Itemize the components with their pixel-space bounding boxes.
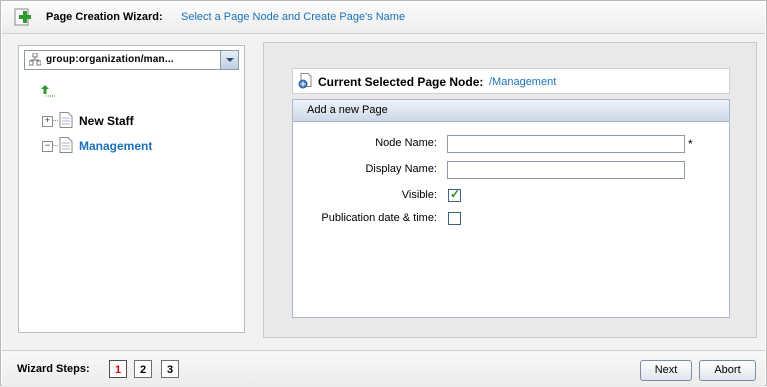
chevron-down-icon (226, 58, 234, 62)
wizard-body: group:organization/man... + New Staff − … (2, 34, 765, 350)
collapse-icon[interactable]: − (42, 141, 53, 152)
expand-icon[interactable]: + (42, 116, 53, 127)
tree-node-management[interactable]: − Management (42, 137, 242, 155)
page-icon (59, 137, 73, 153)
page-node-icon (298, 73, 312, 89)
current-node-bar: Current Selected Page Node: /Management (292, 68, 730, 94)
abort-button[interactable]: Abort (699, 360, 756, 381)
required-mark: * (688, 137, 693, 151)
step-2-button[interactable]: 2 (134, 360, 152, 378)
node-name-input[interactable] (447, 135, 685, 153)
step-1-button[interactable]: 1 (109, 360, 127, 378)
navigation-dropdown-button[interactable] (220, 51, 238, 69)
wizard-header: Page Creation Wizard: Select a Page Node… (2, 2, 765, 34)
navigation-select[interactable]: group:organization/man... (24, 50, 239, 70)
up-level-icon[interactable] (40, 84, 56, 98)
form-title: Add a new Page (307, 104, 388, 116)
page-details-panel: Current Selected Page Node: /Management … (263, 42, 757, 338)
publication-checkbox[interactable] (448, 212, 461, 225)
display-name-label: Display Name: (365, 163, 437, 175)
step-3-button[interactable]: 3 (161, 360, 179, 378)
tree-connector (53, 145, 58, 146)
display-name-input[interactable] (447, 161, 685, 179)
next-button[interactable]: Next (640, 360, 692, 381)
checkmark-icon: ✓ (450, 187, 461, 201)
publication-label: Publication date & time: (321, 212, 437, 224)
page-icon (59, 112, 73, 128)
add-page-form: Add a new Page Node Name: * Display Name… (292, 99, 730, 318)
current-node-label: Current Selected Page Node: (318, 75, 484, 89)
node-tree-panel: group:organization/man... + New Staff − … (18, 45, 245, 333)
node-name-label: Node Name: (375, 137, 437, 149)
wizard-footer: Wizard Steps: 1 2 3 Next Abort (2, 350, 765, 387)
wizard-window: Page Creation Wizard: Select a Page Node… (0, 0, 767, 387)
form-header: Add a new Page (293, 100, 729, 122)
tree-node-new-staff[interactable]: + New Staff (42, 112, 242, 130)
wizard-subtitle: Select a Page Node and Create Page's Nam… (181, 11, 406, 23)
wizard-title: Page Creation Wizard: (46, 11, 163, 23)
current-node-path: /Management (489, 76, 557, 88)
tree-connector (53, 120, 58, 121)
page-add-icon (14, 8, 31, 26)
navigation-select-value: group:organization/man... (46, 54, 174, 65)
visible-label: Visible: (401, 189, 437, 201)
wizard-steps-label: Wizard Steps: (17, 363, 90, 375)
tree-node-label[interactable]: Management (79, 139, 152, 153)
visible-checkbox[interactable]: ✓ (448, 187, 461, 202)
group-tree-icon (29, 53, 41, 66)
tree-node-label[interactable]: New Staff (79, 114, 134, 128)
